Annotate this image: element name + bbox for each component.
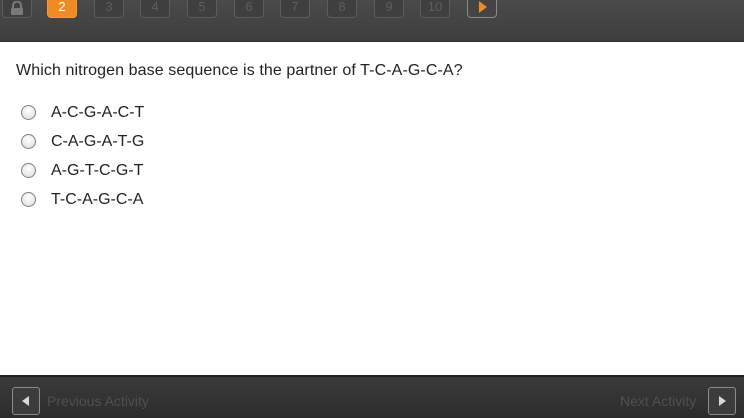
answer-option-label: C-A-G-A-T-G	[51, 132, 145, 150]
question-button-6[interactable]: 6	[234, 0, 264, 18]
radio-button[interactable]	[21, 134, 36, 149]
next-activity-label[interactable]: Next Activity	[620, 393, 696, 409]
question-nav-bar: 2 3 4 5 6 7 8 9 10	[0, 0, 744, 42]
previous-activity-button[interactable]	[12, 387, 40, 415]
question-button-3[interactable]: 3	[94, 0, 124, 18]
answer-option[interactable]: A-G-T-C-G-T	[21, 156, 144, 185]
question-text: Which nitrogen base sequence is the part…	[16, 62, 463, 79]
answer-option[interactable]: C-A-G-A-T-G	[21, 127, 144, 156]
arrow-right-icon	[719, 396, 726, 406]
question-button-7[interactable]: 7	[280, 0, 310, 18]
radio-button[interactable]	[21, 192, 36, 207]
answer-option[interactable]: A-C-G-A-C-T	[21, 98, 144, 127]
next-activity-button[interactable]	[708, 387, 736, 415]
answer-option-label: A-C-G-A-C-T	[51, 103, 145, 121]
radio-button[interactable]	[21, 105, 36, 120]
arrow-left-icon	[22, 396, 29, 406]
question-button-10[interactable]: 10	[420, 0, 450, 18]
answer-option[interactable]: T-C-A-G-C-A	[21, 185, 144, 214]
answer-options: A-C-G-A-C-T C-A-G-A-T-G A-G-T-C-G-T T-C-…	[21, 98, 144, 214]
lock-icon	[11, 1, 23, 15]
question-button-2[interactable]: 2	[47, 0, 77, 18]
answer-option-label: T-C-A-G-C-A	[51, 190, 144, 208]
next-question-button[interactable]	[467, 0, 497, 18]
question-button-9[interactable]: 9	[374, 0, 404, 18]
radio-button[interactable]	[21, 163, 36, 178]
play-arrow-icon	[479, 1, 487, 13]
question-button-8[interactable]: 8	[327, 0, 357, 18]
previous-activity-label[interactable]: Previous Activity	[47, 393, 149, 409]
locked-question-button[interactable]	[2, 0, 32, 18]
question-button-5[interactable]: 5	[187, 0, 217, 18]
answer-option-label: A-G-T-C-G-T	[51, 161, 144, 179]
question-button-4[interactable]: 4	[140, 0, 170, 18]
activity-footer: Previous Activity Next Activity	[0, 375, 744, 418]
